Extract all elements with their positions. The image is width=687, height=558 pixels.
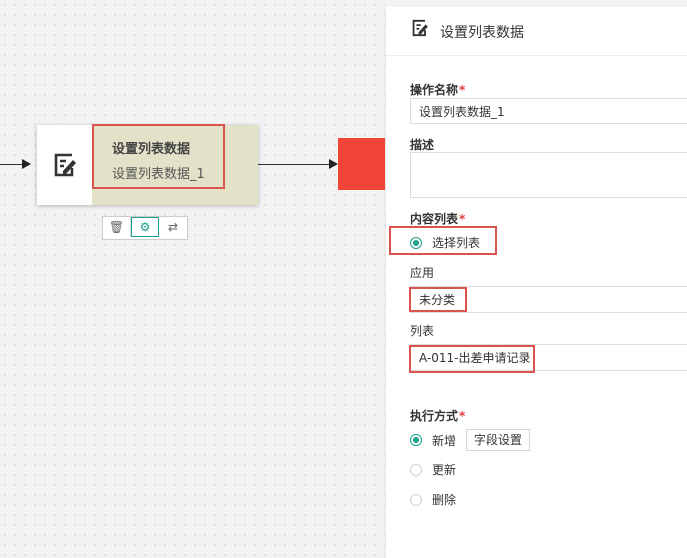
list-label: 列表 <box>410 324 435 338</box>
outgoing-arrow-head <box>329 159 338 169</box>
list-highlight <box>409 345 535 373</box>
description-field[interactable] <box>410 152 687 198</box>
gear-icon[interactable]: ⚙ <box>131 217 159 237</box>
description-label: 描述 <box>410 138 435 152</box>
content-list-label: 内容列表* <box>410 212 466 226</box>
edit-document-icon <box>412 19 428 37</box>
content-list-highlight <box>389 226 497 255</box>
operation-name-field[interactable] <box>410 98 687 124</box>
node-toolbar: 🗑 ⚙ ⇄ <box>102 216 188 240</box>
panel-header: 设置列表数据 <box>386 7 687 56</box>
execution-mode-label: 执行方式* <box>410 409 466 423</box>
set-list-data-node[interactable]: 设置列表数据 设置列表数据_1 <box>37 124 258 205</box>
node-label-highlight <box>92 124 225 189</box>
execution-option-update[interactable]: 更新 <box>410 461 456 478</box>
radio-unselected[interactable] <box>410 463 422 476</box>
field-settings-button[interactable]: 字段设置 <box>466 429 531 451</box>
application-label: 应用 <box>410 266 435 280</box>
execution-option-add[interactable]: 新增 字段设置 <box>410 429 531 451</box>
radio-selected[interactable] <box>410 434 422 446</box>
switch-icon[interactable]: ⇄ <box>159 217 187 237</box>
radio-unselected[interactable] <box>410 493 422 506</box>
incoming-arrow-head <box>22 159 31 169</box>
trash-icon[interactable]: 🗑 <box>103 217 131 237</box>
update-option-label: 更新 <box>432 463 457 477</box>
application-highlight <box>409 287 467 312</box>
delete-option-label: 删除 <box>432 493 457 507</box>
operation-name-label: 操作名称* <box>410 83 466 97</box>
edit-document-icon <box>54 153 76 177</box>
node-icon-area <box>37 125 92 205</box>
flow-canvas[interactable]: 设置列表数据 设置列表数据_1 🗑 ⚙ ⇄ <box>0 0 386 558</box>
properties-panel: 设置列表数据 操作名称* 描述 内容列表* 选择列表 应用 未分类 列表 A-0… <box>385 7 687 558</box>
outgoing-edge <box>258 164 330 165</box>
execution-option-delete[interactable]: 删除 <box>410 491 456 508</box>
next-node[interactable] <box>338 138 386 190</box>
add-option-label: 新增 <box>432 433 457 448</box>
incoming-edge <box>0 164 22 165</box>
panel-title: 设置列表数据 <box>440 25 524 41</box>
